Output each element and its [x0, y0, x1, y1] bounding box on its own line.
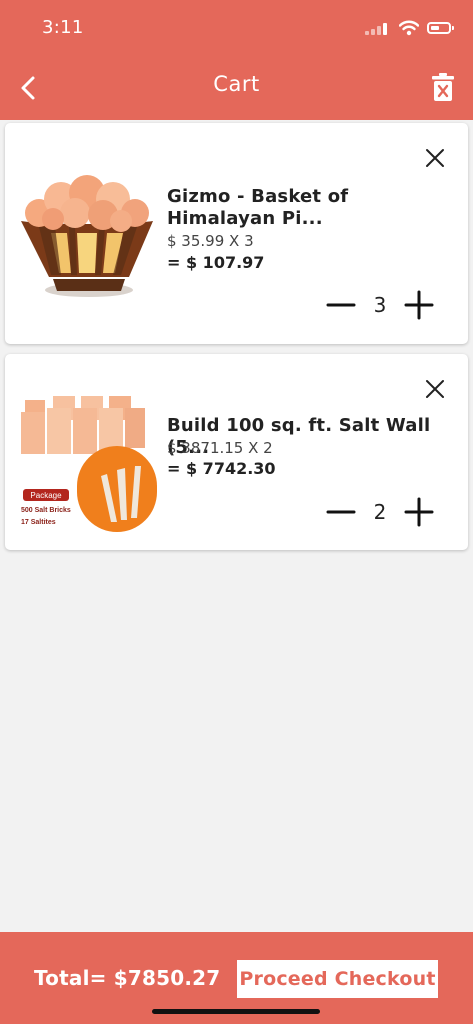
- package-line-bricks: 500 Salt Bricks: [21, 507, 71, 514]
- unit-price-line: $ 35.99 X 3: [167, 232, 254, 250]
- package-line-saltites: 17 Saltites: [21, 519, 56, 526]
- increase-quantity-plus-icon[interactable]: [404, 497, 434, 527]
- increase-quantity-plus-icon[interactable]: [404, 290, 434, 320]
- unit-price-line: $ 3871.15 X 2: [167, 439, 273, 457]
- package-badge: Package: [30, 491, 62, 500]
- cart-total: Total= $7850.27: [34, 966, 221, 990]
- quantity-value: 2: [373, 500, 387, 524]
- wifi-icon: [399, 20, 419, 36]
- quantity-value: 3: [373, 293, 387, 317]
- remove-item-close-icon[interactable]: [424, 147, 446, 169]
- salt-wall-package-image: Package 500 Salt Bricks 17 Saltites: [21, 396, 157, 532]
- status-icons: [365, 16, 454, 40]
- proceed-checkout-button[interactable]: Proceed Checkout: [237, 960, 438, 998]
- quantity-stepper: 3: [326, 290, 434, 320]
- clear-cart-trash-icon[interactable]: [431, 72, 455, 102]
- salt-lamp-basket-image: [21, 175, 153, 297]
- app-header: 3:11 Cart: [0, 0, 473, 120]
- battery-icon: [427, 22, 454, 34]
- decrease-quantity-minus-icon[interactable]: [326, 497, 356, 527]
- remove-item-close-icon[interactable]: [424, 378, 446, 400]
- line-total: = $ 107.97: [167, 253, 265, 272]
- product-name: Gizmo - Basket of Himalayan Pi...: [167, 186, 349, 229]
- home-indicator: [152, 1009, 320, 1014]
- status-time: 3:11: [42, 17, 84, 38]
- signal-icon: [365, 21, 391, 35]
- line-total: = $ 7742.30: [167, 459, 276, 478]
- cart-item-card: Package 500 Salt Bricks 17 Saltites Buil…: [5, 354, 468, 550]
- decrease-quantity-minus-icon[interactable]: [326, 290, 356, 320]
- quantity-stepper: 2: [326, 497, 434, 527]
- cart-item-card: Gizmo - Basket of Himalayan Pi... $ 35.9…: [5, 123, 468, 344]
- page-title: Cart: [213, 72, 260, 96]
